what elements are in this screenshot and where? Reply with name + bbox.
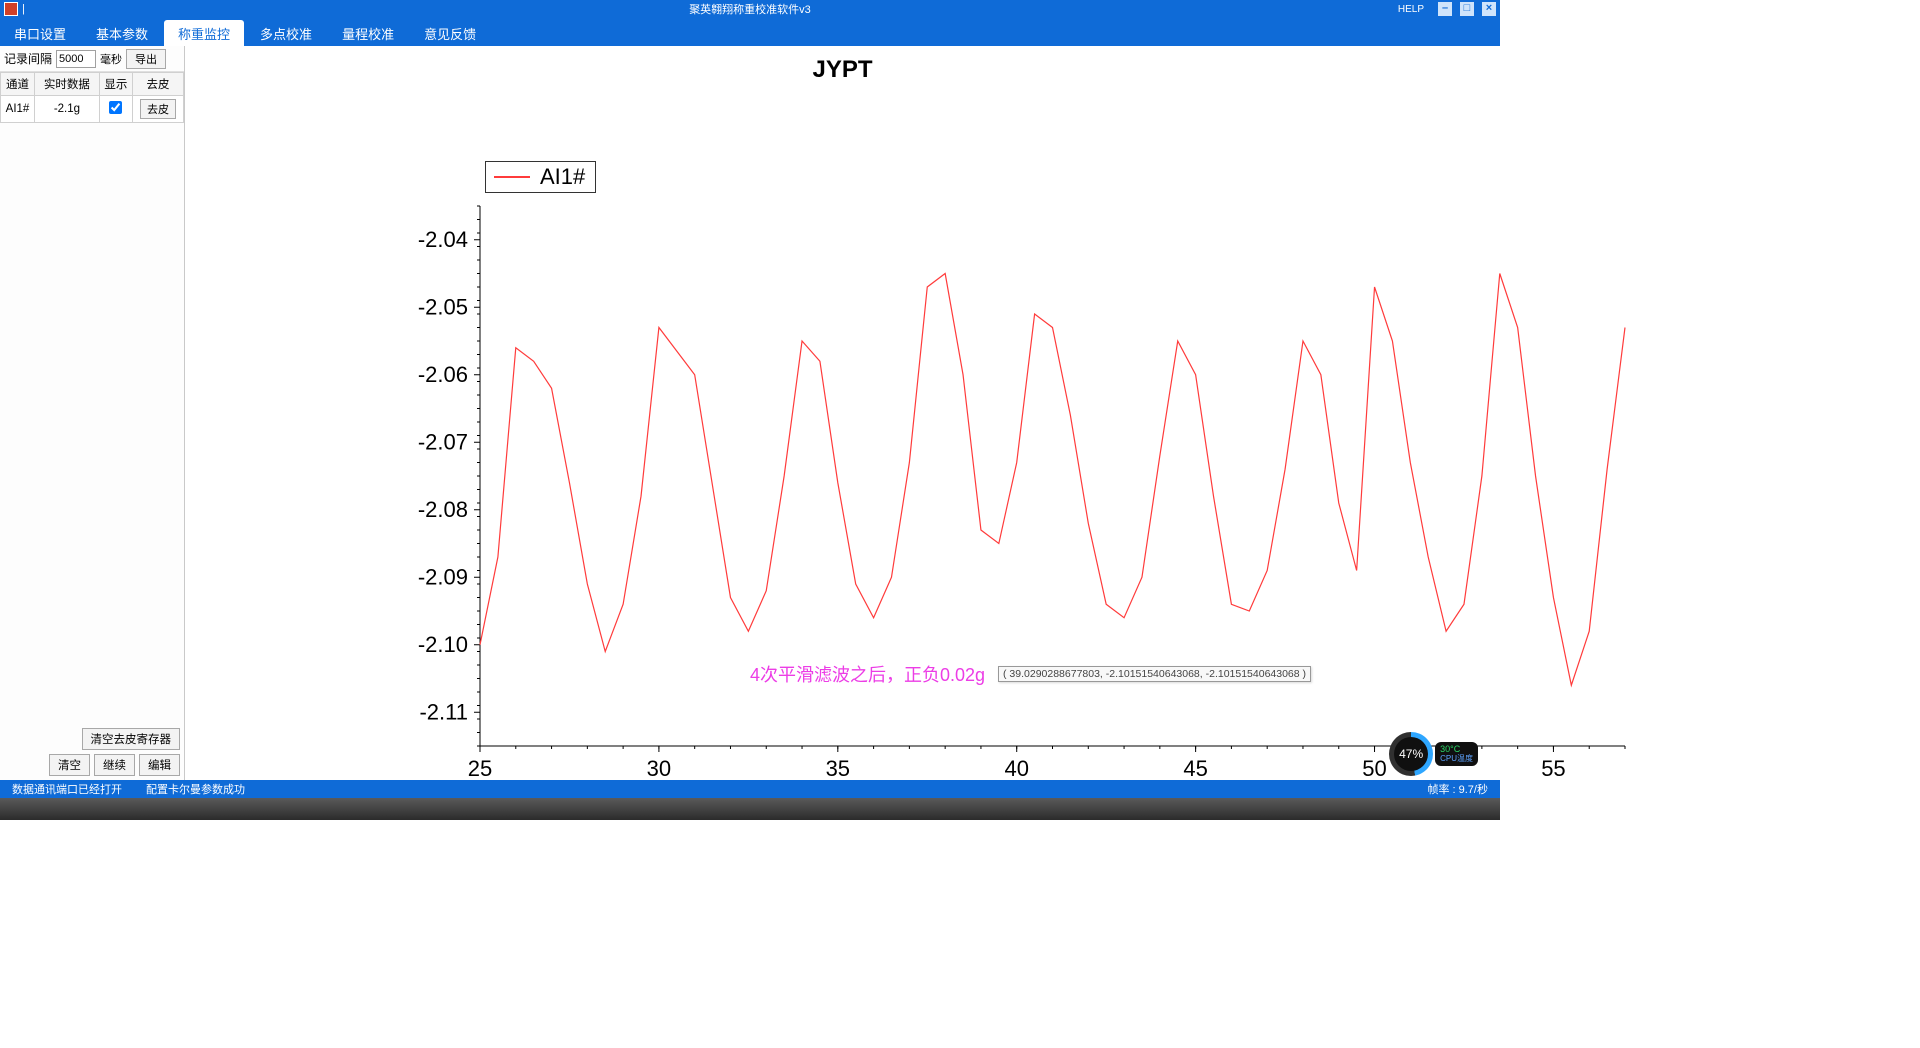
svg-text:-2.11: -2.11 <box>419 699 468 724</box>
svg-text:25: 25 <box>468 756 492 781</box>
minimize-button[interactable]: – <box>1438 2 1452 16</box>
svg-text:-2.05: -2.05 <box>418 294 468 319</box>
app-icon <box>4 2 18 16</box>
taskbar[interactable] <box>0 798 1500 820</box>
tab-serial-settings[interactable]: 串口设置 <box>0 20 80 46</box>
interval-unit: 毫秒 <box>100 51 122 67</box>
cpu-temp-label: CPU温度 <box>1440 755 1473 764</box>
svg-text:40: 40 <box>1004 756 1028 781</box>
cell-value: -2.1g <box>35 96 100 123</box>
status-kalman: 配置卡尔曼参数成功 <box>134 781 257 797</box>
continue-button[interactable]: 继续 <box>94 754 135 776</box>
chart-annotation: 4次平滑滤波之后，正负0.02g <box>750 661 985 687</box>
cpu-ring: 47% <box>1389 732 1433 776</box>
menubar: 串口设置 基本参数 称重监控 多点校准 量程校准 意见反馈 <box>0 18 1500 46</box>
svg-text:-2.08: -2.08 <box>418 497 468 522</box>
cpu-temp-box: 30°C CPU温度 <box>1435 742 1478 767</box>
chart-title: JYPT <box>185 56 1500 84</box>
cell-channel: AI1# <box>1 96 35 123</box>
window-title: 聚英翱翔称重校准软件v3 <box>689 1 811 17</box>
table-row: AI1# -2.1g 去皮 <box>1 96 184 123</box>
cell-show <box>99 96 132 123</box>
interval-input[interactable] <box>56 50 96 68</box>
tare-button[interactable]: 去皮 <box>140 99 176 119</box>
chart-plot[interactable]: -2.04 -2.05 -2.06 -2.07 -2.08 -2.09 -2.10 -2.11… <box>375 186 1645 796</box>
clear-button[interactable]: 清空 <box>49 754 90 776</box>
legend-line-icon <box>494 176 530 178</box>
cell-tare: 去皮 <box>132 96 183 123</box>
titlebar-pipe: | <box>22 3 25 15</box>
edit-button[interactable]: 编辑 <box>139 754 180 776</box>
svg-text:55: 55 <box>1541 756 1565 781</box>
tab-weight-monitor[interactable]: 称重监控 <box>164 20 244 46</box>
svg-text:45: 45 <box>1183 756 1207 781</box>
interval-label: 记录间隔 <box>4 50 52 67</box>
cpu-percent: 47% <box>1399 747 1423 761</box>
col-realtime: 实时数据 <box>35 73 100 96</box>
svg-text:-2.06: -2.06 <box>418 362 468 387</box>
svg-text:-2.09: -2.09 <box>418 564 468 589</box>
svg-text:-2.10: -2.10 <box>418 632 468 657</box>
channel-table: 通道 实时数据 显示 去皮 AI1# -2.1g 去皮 <box>0 72 184 123</box>
status-comm: 数据通讯端口已经打开 <box>0 781 134 797</box>
svg-text:50: 50 <box>1362 756 1386 781</box>
svg-text:35: 35 <box>826 756 850 781</box>
titlebar: | 聚英翱翔称重校准软件v3 HELP – □ × <box>0 0 1500 18</box>
statusbar: 数据通讯端口已经打开 配置卡尔曼参数成功 帧率 : 9.7/秒 <box>0 780 1500 798</box>
chart-area: JYPT AI1# -2.04-2.05-2.06-2.07-2.08-2.09… <box>185 46 1500 780</box>
tab-basic-params[interactable]: 基本参数 <box>82 20 162 46</box>
cpu-widget[interactable]: 47% 30°C CPU温度 <box>1389 732 1478 776</box>
chart-tooltip: ( 39.0290288677803, -2.10151540643068, -… <box>998 666 1311 682</box>
clear-tare-register-button[interactable]: 清空去皮寄存器 <box>82 728 181 750</box>
tab-range-cal[interactable]: 量程校准 <box>328 20 408 46</box>
svg-text:-2.07: -2.07 <box>418 429 468 454</box>
sidebar: 记录间隔 毫秒 导出 通道 实时数据 显示 去皮 AI1# -2.1g 去皮 清… <box>0 46 185 780</box>
show-checkbox[interactable] <box>109 101 122 114</box>
export-button[interactable]: 导出 <box>126 49 166 69</box>
svg-text:30: 30 <box>647 756 671 781</box>
status-fps: 帧率 : 9.7/秒 <box>1427 781 1500 797</box>
col-channel: 通道 <box>1 73 35 96</box>
tab-feedback[interactable]: 意见反馈 <box>410 20 490 46</box>
tab-multipoint-cal[interactable]: 多点校准 <box>246 20 326 46</box>
svg-text:-2.04: -2.04 <box>418 227 468 252</box>
col-tare: 去皮 <box>132 73 183 96</box>
close-button[interactable]: × <box>1482 2 1496 16</box>
help-link[interactable]: HELP <box>1398 4 1424 15</box>
col-show: 显示 <box>99 73 132 96</box>
maximize-button[interactable]: □ <box>1460 2 1474 16</box>
